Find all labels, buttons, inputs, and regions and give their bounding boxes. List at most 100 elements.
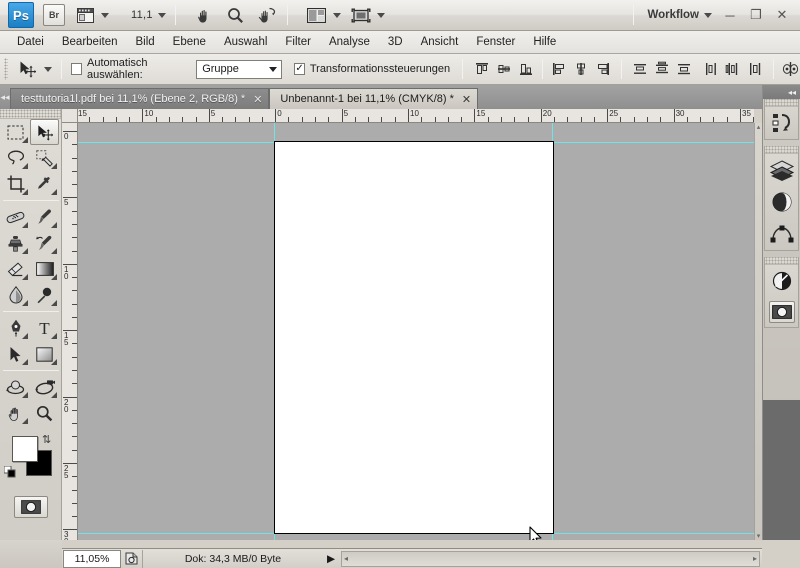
- screen-mode-caret[interactable]: [376, 12, 385, 18]
- spot-healing-brush-tool[interactable]: [1, 204, 30, 230]
- vertical-ruler[interactable]: 0 5 1 0 1 5 2 0 2 5 3 0: [62, 123, 78, 540]
- clone-stamp-tool[interactable]: [1, 230, 30, 256]
- tool-flyout-triangle[interactable]: [22, 300, 28, 306]
- rectangular-marquee-tool[interactable]: [1, 119, 30, 145]
- tool-flyout-triangle[interactable]: [51, 359, 57, 365]
- scroll-right-arrow[interactable]: ▸: [753, 554, 757, 563]
- workspace-switcher[interactable]: Workflow: [643, 9, 716, 21]
- auto-select-checkbox[interactable]: [71, 63, 82, 75]
- foreground-color-swatch[interactable]: [12, 436, 38, 462]
- options-bar-grip[interactable]: [4, 58, 9, 80]
- horizontal-ruler[interactable]: 15 10 5 0 5 10 15 20 25 30 35: [78, 109, 754, 123]
- bridge-icon[interactable]: Br: [43, 4, 65, 26]
- dock-group-grip[interactable]: [765, 257, 798, 265]
- menu-datei[interactable]: Datei: [8, 33, 53, 51]
- canvas-viewport[interactable]: [78, 123, 754, 540]
- tool-flyout-triangle[interactable]: [51, 333, 57, 339]
- adjustments-panel-icon[interactable]: [765, 265, 799, 297]
- tool-flyout-triangle[interactable]: [22, 274, 28, 280]
- tab-close-icon[interactable]: ✕: [253, 93, 262, 106]
- auto-select-scope-caret[interactable]: [269, 66, 278, 72]
- tool-flyout-triangle[interactable]: [22, 418, 28, 424]
- distribute-horizontal-centers-button[interactable]: [723, 59, 743, 79]
- eraser-tool[interactable]: [1, 256, 30, 282]
- path-selection-tool[interactable]: [1, 341, 30, 367]
- crop-tool[interactable]: [1, 171, 30, 197]
- rotate-view-tool-icon[interactable]: [256, 4, 278, 26]
- history-brush-tool[interactable]: [30, 230, 59, 256]
- status-expand-arrow[interactable]: ▶: [323, 550, 339, 568]
- tool-preset-caret[interactable]: [44, 66, 53, 72]
- tool-flyout-triangle[interactable]: [51, 189, 57, 195]
- align-bottom-edges-button[interactable]: [516, 59, 536, 79]
- distribute-bottom-edges-button[interactable]: [674, 59, 694, 79]
- masks-panel-icon[interactable]: [768, 301, 795, 323]
- tab-close-icon[interactable]: ✕: [462, 93, 471, 106]
- pen-tool[interactable]: [1, 315, 30, 341]
- ruler-origin-corner[interactable]: [62, 109, 78, 123]
- blur-tool[interactable]: [1, 282, 30, 308]
- tool-flyout-triangle[interactable]: [22, 222, 28, 228]
- photoshop-logo-icon[interactable]: Ps: [8, 2, 34, 28]
- screen-mode-icon[interactable]: [350, 4, 372, 26]
- distribute-left-edges-button[interactable]: [701, 59, 721, 79]
- document-preview-icon[interactable]: [121, 549, 143, 568]
- tool-preset-picker[interactable]: [15, 57, 53, 81]
- layers-panel-icon[interactable]: [765, 154, 799, 186]
- transform-controls-checkbox[interactable]: ✓: [294, 63, 305, 75]
- tool-flyout-triangle[interactable]: [22, 163, 28, 169]
- 3d-camera-orbit-tool[interactable]: [30, 374, 59, 400]
- quick-mask-mode-icon[interactable]: [13, 496, 48, 518]
- vscroll-up-arrow[interactable]: ▴: [757, 123, 761, 131]
- tool-flyout-triangle[interactable]: [22, 333, 28, 339]
- arrange-documents-control[interactable]: [297, 4, 341, 26]
- menu-filter[interactable]: Filter: [276, 33, 320, 51]
- menu-ebene[interactable]: Ebene: [164, 33, 215, 51]
- swap-colors-icon[interactable]: ⇅: [42, 433, 51, 446]
- tool-flyout-triangle[interactable]: [51, 222, 57, 228]
- default-colors-icon[interactable]: [4, 466, 16, 478]
- tool-flyout-triangle[interactable]: [51, 392, 57, 398]
- menu-3d[interactable]: 3D: [379, 33, 412, 51]
- lasso-tool[interactable]: [1, 145, 30, 171]
- zoom-level-dropdown-caret[interactable]: [157, 12, 166, 18]
- eyedropper-tool[interactable]: [30, 171, 59, 197]
- history-panel-icon[interactable]: [765, 107, 799, 139]
- hand-tool-icon[interactable]: [194, 4, 216, 26]
- toolbox-grip[interactable]: [0, 109, 61, 119]
- auto-align-layers-button[interactable]: [782, 59, 800, 79]
- tool-flyout-triangle[interactable]: [22, 137, 28, 143]
- align-vertical-centers-button[interactable]: [494, 59, 514, 79]
- zoom-level-control[interactable]: 11,1: [109, 9, 166, 21]
- tool-flyout-triangle[interactable]: [22, 359, 28, 365]
- dock-group-grip[interactable]: [765, 146, 798, 154]
- close-button[interactable]: ✕: [770, 4, 794, 26]
- tool-flyout-triangle[interactable]: [51, 248, 57, 254]
- status-zoom-value[interactable]: 11,05%: [63, 549, 121, 568]
- menu-ansicht[interactable]: Ansicht: [412, 33, 468, 51]
- tool-flyout-triangle[interactable]: [22, 392, 28, 398]
- screen-mode-control[interactable]: [341, 4, 385, 26]
- document-tab-unbenannt-1[interactable]: Unbenannt-1 bei 11,1% (CMYK/8) * ✕: [269, 88, 479, 109]
- auto-select-scope-dropdown[interactable]: Gruppe: [196, 59, 283, 79]
- align-left-edges-button[interactable]: [549, 59, 569, 79]
- distribute-top-edges-button[interactable]: [630, 59, 650, 79]
- move-tool[interactable]: [30, 119, 59, 145]
- menu-analyse[interactable]: Analyse: [320, 33, 379, 51]
- document-canvas-page[interactable]: [274, 141, 554, 534]
- paths-panel-icon[interactable]: [765, 218, 799, 250]
- quick-selection-tool[interactable]: [30, 145, 59, 171]
- tool-flyout-triangle[interactable]: [22, 189, 28, 195]
- menu-hilfe[interactable]: Hilfe: [524, 33, 565, 51]
- mini-bridge-dropdown-caret[interactable]: [101, 12, 109, 18]
- maximize-button[interactable]: ❐: [744, 4, 768, 26]
- align-top-edges-button[interactable]: [472, 59, 492, 79]
- tool-flyout-triangle[interactable]: [51, 163, 57, 169]
- dock-group-grip[interactable]: [765, 99, 798, 107]
- move-tool-icon[interactable]: [15, 57, 39, 81]
- vscroll-down-arrow[interactable]: ▾: [757, 532, 761, 540]
- arrange-documents-caret[interactable]: [332, 12, 341, 18]
- gradient-tool[interactable]: [30, 256, 59, 282]
- mini-bridge-control[interactable]: [65, 4, 109, 26]
- mini-bridge-icon[interactable]: [74, 4, 96, 26]
